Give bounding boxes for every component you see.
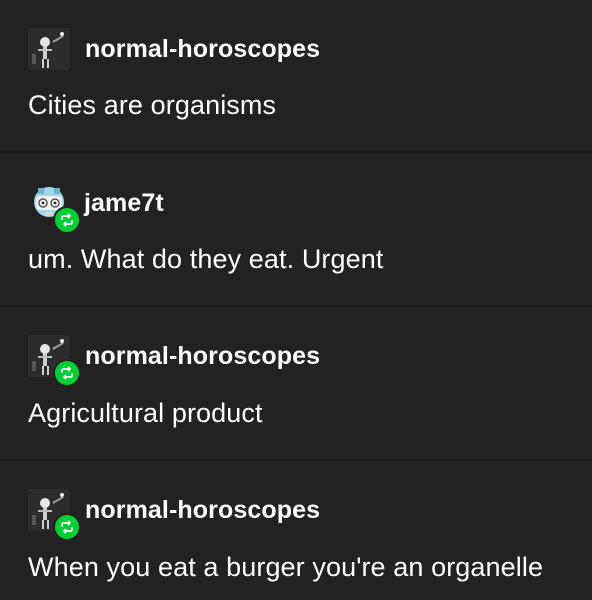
post-header: jame7t — [28, 182, 164, 234]
post-header: normal-horoscopes — [28, 335, 320, 387]
avatar-container[interactable] — [28, 489, 81, 541]
post-header: normal-horoscopes — [28, 489, 320, 541]
avatar-container[interactable] — [28, 335, 81, 387]
post: normal-horoscopes When you eat a burger … — [0, 461, 592, 600]
reblog-badge — [53, 206, 81, 234]
reblog-icon — [59, 365, 75, 381]
avatar-container[interactable] — [28, 182, 81, 234]
username[interactable]: jame7t — [84, 189, 164, 218]
avatar-container[interactable] — [28, 28, 70, 70]
post: normal-horoscopes Cities are organisms — [0, 0, 592, 153]
post-text: Cities are organisms — [28, 90, 277, 120]
avatar[interactable] — [28, 28, 70, 70]
reblog-icon — [59, 519, 75, 535]
username[interactable]: normal-horoscopes — [85, 35, 320, 64]
post-text: Agricultural product — [28, 398, 263, 428]
reblog-icon — [59, 212, 75, 228]
reblog-badge — [53, 513, 81, 541]
reblog-badge — [53, 359, 81, 387]
post: normal-horoscopes Agricultural product — [0, 307, 592, 461]
post-header: normal-horoscopes — [28, 28, 320, 70]
post-text: um. What do they eat. Urgent — [28, 244, 384, 274]
post-text: When you eat a burger you're an organell… — [28, 552, 544, 582]
username[interactable]: normal-horoscopes — [85, 496, 320, 525]
username[interactable]: normal-horoscopes — [85, 342, 320, 371]
post: jame7t um. What do they eat. Urgent — [0, 153, 592, 307]
